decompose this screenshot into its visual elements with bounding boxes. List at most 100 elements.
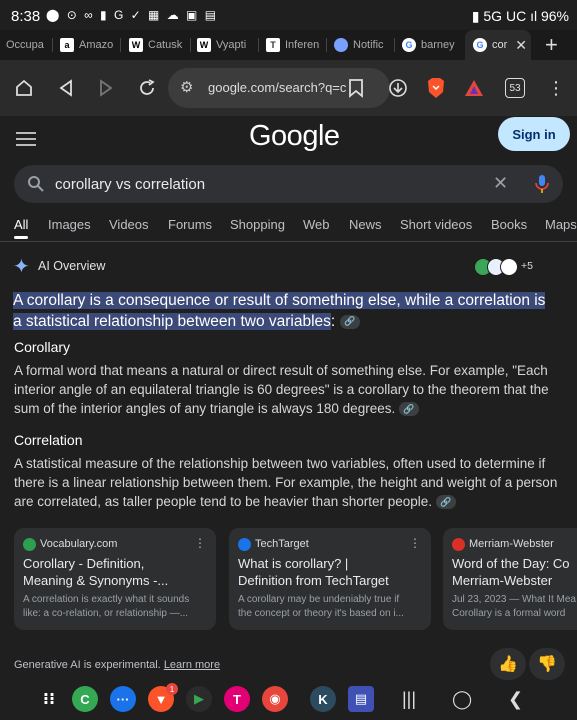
- tab-barney[interactable]: G barney: [402, 30, 462, 60]
- reload-button[interactable]: [133, 74, 161, 102]
- tab-amazon[interactable]: a Amazo: [60, 30, 118, 60]
- clock: 8:38: [11, 8, 41, 25]
- card-title-line: Word of the Day: Co: [452, 556, 570, 571]
- brave-shields-button[interactable]: [422, 74, 450, 102]
- back-nav-button[interactable]: ❮: [508, 689, 523, 710]
- source-avatar-icon[interactable]: [500, 258, 518, 276]
- card-snippet: A corollary may be undeniably true if the…: [238, 593, 431, 621]
- brave-rewards-button[interactable]: [460, 74, 488, 102]
- search-query: corollary vs correlation: [55, 176, 206, 193]
- page-icon: T: [266, 38, 280, 52]
- search-category-tabs: All Images Videos Forums Shopping Web Ne…: [0, 212, 577, 240]
- tab-catusk[interactable]: W Catusk: [129, 30, 187, 60]
- google-icon: G: [402, 38, 416, 52]
- tab-switcher-button[interactable]: 53: [501, 74, 529, 102]
- amazon-icon: a: [60, 38, 74, 52]
- tab-active-corollary[interactable]: G cor ✕: [465, 30, 531, 60]
- google-logo[interactable]: Google: [249, 120, 340, 153]
- thumbs-down-button[interactable]: 👎: [529, 648, 565, 680]
- generative-ai-notice: Generative AI is experimental. Learn mor…: [14, 659, 220, 671]
- tab-videos[interactable]: Videos: [109, 217, 149, 232]
- wikipedia-icon: W: [129, 38, 143, 52]
- bookmark-icon: [349, 79, 363, 98]
- news-app-icon[interactable]: ▤: [348, 686, 374, 712]
- card-title: Corollary - Definition, Meaning & Synonym…: [23, 555, 216, 589]
- tab-news[interactable]: News: [349, 217, 382, 232]
- close-tab-icon[interactable]: ✕: [515, 37, 527, 54]
- site-settings-icon[interactable]: ⚙: [180, 78, 193, 96]
- thumbs-up-button[interactable]: 👍: [490, 648, 526, 680]
- back-triangle-icon: [59, 79, 72, 97]
- new-tab-button[interactable]: +: [545, 30, 569, 60]
- tab-maps[interactable]: Maps: [545, 217, 577, 232]
- sign-in-button[interactable]: Sign in: [498, 117, 570, 151]
- card-title-line: Meaning & Synonyms -...: [23, 573, 169, 588]
- card-menu-icon[interactable]: ⋮: [194, 536, 206, 550]
- home-nav-button[interactable]: ◯: [452, 689, 472, 710]
- more-sources-count[interactable]: +5: [521, 260, 533, 272]
- circle-icon: [334, 38, 348, 52]
- tab-label: Notific: [353, 39, 384, 51]
- card-snippet: A correlation is exactly what it sounds l…: [23, 593, 216, 621]
- status-bar: 8:38 ⬤ ⊙ ∞ ▮ G ✓ ▦ ☁ ▣ ▤ ▮ 5G UC ıl 96%: [0, 0, 577, 32]
- tab-short-videos[interactable]: Short videos: [400, 217, 472, 232]
- tab-inference[interactable]: T Inferen: [266, 30, 324, 60]
- tab-divider: [326, 38, 327, 52]
- card-title: What is corollary? | Definition from Tech…: [238, 555, 431, 589]
- tab-occupa[interactable]: Occupa: [0, 30, 50, 60]
- search-icon: [28, 176, 44, 192]
- card-menu-icon[interactable]: ⋮: [409, 536, 421, 550]
- t-mobile-app-icon[interactable]: T: [224, 686, 250, 712]
- tab-label: Amazo: [79, 39, 114, 51]
- source-card-vocabulary[interactable]: Vocabulary.com ⋮ Corollary - Definition,…: [14, 528, 216, 630]
- network-label: 5G UC: [483, 8, 527, 24]
- clear-search-icon[interactable]: ✕: [493, 173, 508, 194]
- tab-forums[interactable]: Forums: [168, 217, 212, 232]
- source-card-merriam-webster[interactable]: Merriam-Webster Word of the Day: Co Merri…: [443, 528, 577, 630]
- card-title-line: Definition from TechTarget: [238, 573, 389, 588]
- link-icon[interactable]: 🔗: [398, 402, 419, 417]
- tab-web[interactable]: Web: [303, 217, 330, 232]
- more-menu-button[interactable]: ⋮: [542, 74, 570, 102]
- app-drawer-icon[interactable]: ⁝⁝: [36, 686, 62, 712]
- tab-all[interactable]: All: [14, 217, 28, 232]
- tab-images[interactable]: Images: [48, 217, 91, 232]
- play-store-icon[interactable]: ▶: [186, 686, 212, 712]
- tab-label: Inferen: [285, 39, 320, 51]
- battery-level: 96%: [540, 8, 569, 24]
- tab-shopping[interactable]: Shopping: [230, 217, 285, 232]
- forward-triangle-icon: [100, 79, 113, 97]
- tab-count: 53: [505, 78, 525, 98]
- kiwix-app-icon[interactable]: K: [310, 686, 336, 712]
- tab-label: Catusk: [148, 39, 183, 51]
- hamburger-menu-icon[interactable]: [16, 128, 36, 150]
- ai-summary: A corollary is a consequence or result o…: [13, 290, 555, 332]
- tab-divider: [52, 38, 53, 52]
- card-snippet-line: A corollary may be undeniably true if: [238, 594, 400, 605]
- microphone-icon[interactable]: [535, 174, 549, 194]
- bookmark-button[interactable]: [342, 74, 370, 102]
- recents-button[interactable]: |||: [402, 689, 416, 710]
- notification-icons: ⬤ ⊙ ∞ ▮ G ✓ ▦ ☁ ▣ ▤: [46, 8, 219, 22]
- tab-notifications[interactable]: Notific: [334, 30, 392, 60]
- search-box[interactable]: corollary vs correlation ✕: [14, 165, 563, 203]
- camera-app-icon[interactable]: ◉: [262, 686, 288, 712]
- url-text: google.com/search?q=c: [208, 80, 347, 95]
- tab-books[interactable]: Books: [491, 217, 527, 232]
- back-button[interactable]: [52, 74, 80, 102]
- corollary-definition: A formal word that means a natural or di…: [14, 361, 566, 418]
- tab-vyapti[interactable]: W Vyapti: [197, 30, 255, 60]
- card-title: Word of the Day: Co Merriam-Webster: [452, 555, 577, 589]
- notification-badge: 1: [166, 683, 178, 695]
- tab-divider: [394, 38, 395, 52]
- learn-more-link[interactable]: Learn more: [164, 659, 220, 671]
- link-icon[interactable]: 🔗: [435, 495, 456, 510]
- link-icon[interactable]: 🔗: [339, 314, 360, 329]
- card-site: Merriam-Webster: [469, 538, 554, 550]
- home-button[interactable]: [10, 74, 38, 102]
- download-button[interactable]: [384, 74, 412, 102]
- messages-app-icon[interactable]: ···: [110, 686, 136, 712]
- source-card-techtarget[interactable]: TechTarget ⋮ What is corollary? | Definit…: [229, 528, 431, 630]
- phone-app-icon[interactable]: C: [72, 686, 98, 712]
- forward-button[interactable]: [92, 74, 120, 102]
